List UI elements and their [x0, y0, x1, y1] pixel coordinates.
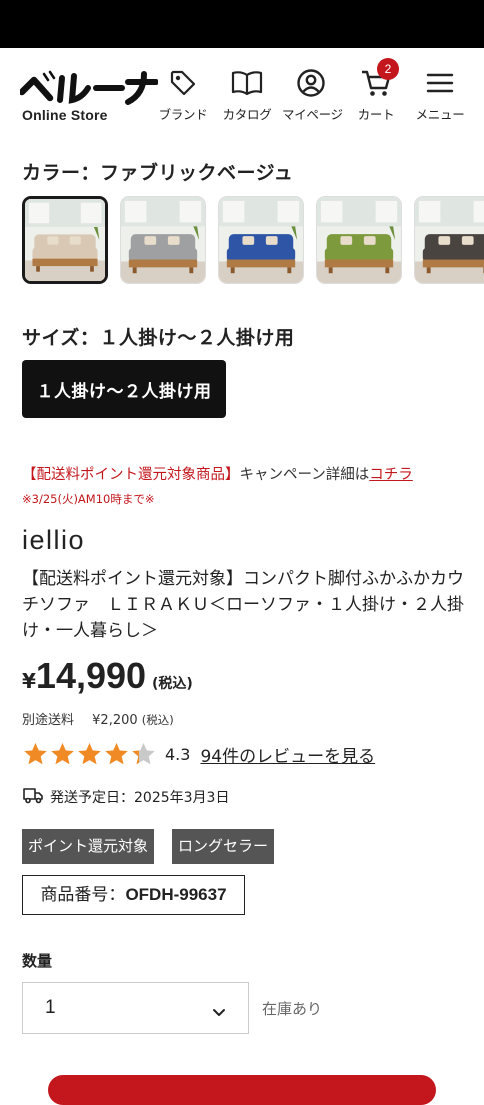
nav-mypage[interactable]: マイページ — [282, 66, 343, 123]
quantity-value: 1 — [45, 997, 56, 1018]
tag-point-reward: ポイント還元対象 — [22, 829, 155, 864]
delivery-date: 発送予定日：2025年3月3日 — [22, 786, 229, 808]
product-number: 商品番号：OFDH-99637 — [22, 875, 245, 915]
product-title: 【配送料ポイント還元対象】コンパクト脚付ふかふかカウチソファ ＬＩＲＡＫＵ＜ロー… — [22, 569, 464, 641]
nav-cart[interactable]: 2 カート — [347, 58, 405, 123]
site-header: Online Store ブランド カタログ マイページ 2 カート メニュー — [0, 48, 484, 130]
product-rating: 4.3 94件のレビューを見る — [22, 740, 375, 768]
logo-mark — [20, 70, 158, 105]
chevron-down-icon — [212, 1003, 226, 1022]
sofa-image — [415, 197, 484, 283]
star-icon — [51, 742, 74, 765]
product-brand[interactable]: iellio — [22, 525, 85, 556]
price-tax-note: (税込) — [152, 676, 193, 692]
tag-icon — [154, 66, 212, 100]
star-icon — [105, 742, 128, 765]
product-price: ¥14,990 (税込) — [22, 655, 193, 697]
size-option-button[interactable]: １人掛け～２人掛け用 — [22, 360, 226, 418]
color-swatch-gray[interactable] — [120, 196, 206, 284]
truck-icon — [22, 786, 50, 808]
sofa-image — [317, 197, 401, 283]
color-swatch-brown[interactable] — [414, 196, 484, 284]
delivery-text: 発送予定日：2025年3月3日 — [50, 790, 230, 806]
sku-value: OFDH-99637 — [125, 885, 227, 904]
rating-stars — [22, 741, 157, 767]
campaign-highlight: 【配送料ポイント還元対象商品】 — [22, 467, 240, 483]
nav-menu[interactable]: メニュー — [411, 66, 469, 123]
site-logo[interactable] — [20, 70, 160, 106]
stock-status: 在庫あり — [262, 1000, 323, 1018]
sofa-image — [219, 197, 303, 283]
nav-cart-label: カート — [357, 107, 395, 122]
nav-catalog-label: カタログ — [222, 107, 272, 122]
campaign-text: キャンペーン詳細は — [239, 467, 370, 483]
cart-count-badge: 2 — [377, 58, 399, 80]
color-swatch-green[interactable] — [316, 196, 402, 284]
cart-icon: 2 — [347, 58, 405, 100]
shipping-tax-note: (税込) — [141, 713, 174, 727]
campaign-detail-link[interactable]: コチラ — [369, 467, 413, 483]
shipping-label: 別途送料 — [22, 713, 75, 728]
color-swatch-list — [22, 196, 484, 286]
reviews-link[interactable]: 94件のレビューを見る — [200, 742, 375, 767]
sofa-image — [25, 199, 105, 281]
price-value: 14,990 — [35, 655, 147, 696]
menu-icon — [411, 66, 469, 100]
star-icon — [132, 742, 155, 765]
rating-score: 4.3 — [165, 744, 191, 764]
star-icon — [24, 742, 47, 765]
book-icon — [218, 66, 276, 100]
campaign-notice: 【配送料ポイント還元対象商品】キャンペーン詳細はコチラ — [22, 463, 413, 484]
nav-catalog[interactable]: カタログ — [218, 66, 276, 123]
nav-menu-label: メニュー — [415, 107, 465, 122]
logo-subtitle: Online Store — [22, 107, 108, 123]
quantity-label: 数量 — [22, 952, 53, 970]
sofa-image — [121, 197, 205, 283]
shipping-price: ¥2,200 — [92, 713, 138, 728]
star-icon — [78, 742, 101, 765]
nav-brand-label: ブランド — [158, 107, 208, 122]
nav-mypage-label: マイページ — [282, 107, 343, 122]
nav-brand[interactable]: ブランド — [154, 66, 212, 123]
user-icon — [282, 66, 340, 100]
shipping-fee: 別途送料 ¥2,200 (税込) — [22, 709, 174, 728]
color-label: カラー：ファブリックベージュ — [22, 162, 294, 184]
campaign-deadline: ※3/25(火)AM10時まで※ — [22, 492, 155, 506]
tag-long-seller: ロングセラー — [172, 829, 275, 864]
color-swatch-beige[interactable] — [22, 196, 108, 284]
quantity-select[interactable]: 1 — [22, 982, 249, 1034]
color-swatch-blue[interactable] — [218, 196, 304, 284]
price-currency: ¥ — [22, 669, 36, 693]
status-bar — [0, 0, 484, 48]
size-label: サイズ：１人掛け～２人掛け用 — [22, 327, 295, 349]
sku-label: 商品番号： — [40, 885, 126, 905]
